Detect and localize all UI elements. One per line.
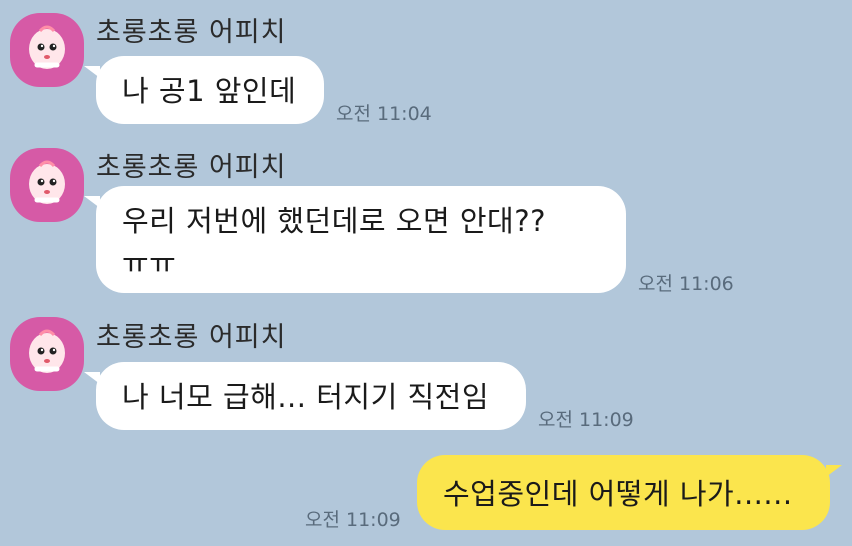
chat-message-list[interactable]: 초롱초롱 어피치 나 공1 앞인데 오전 11:04 초롱초롱 어피치 우리 저… xyxy=(0,0,852,546)
message-time: 오전 11:09 xyxy=(305,509,401,531)
outgoing-message: 오전 11:09 수업중인데 어떻게 나가...... xyxy=(0,0,852,546)
message-bubble[interactable]: 수업중인데 어떻게 나가...... xyxy=(417,455,842,530)
